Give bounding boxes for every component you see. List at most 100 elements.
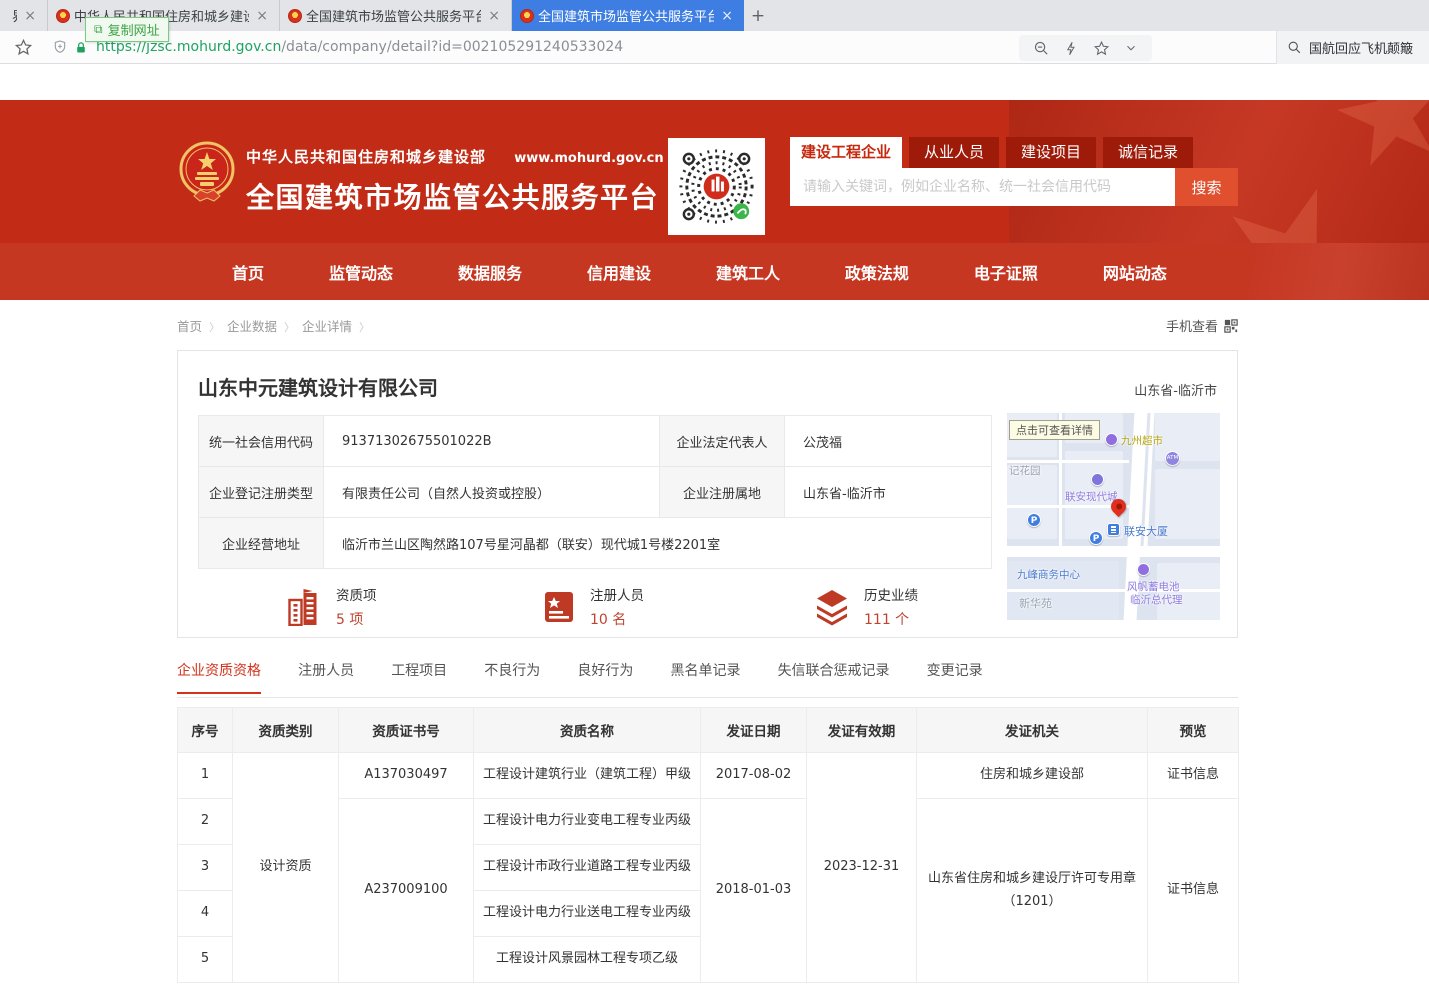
- stat-registered-staff: 注册人员 10 名: [541, 584, 813, 629]
- map-label: 九峰商务中心: [1017, 569, 1080, 582]
- stat-past-performance: 历史业绩 111 个: [813, 584, 918, 629]
- zoom-out-icon[interactable]: [1033, 40, 1050, 57]
- url-bar[interactable]: https://jzsc.mohurd.gov.cn/data/company/…: [96, 39, 623, 55]
- nav-item-policy[interactable]: 政策法规: [845, 260, 909, 284]
- nav-item-supervision[interactable]: 监管动态: [329, 260, 393, 284]
- mobile-view-label: 手机查看: [1166, 316, 1218, 335]
- close-icon[interactable]: ×: [718, 8, 736, 24]
- mobile-view-button[interactable]: 手机查看: [1166, 316, 1238, 335]
- search-tab-personnel[interactable]: 从业人员: [909, 137, 999, 168]
- table-header-row: 序号 资质类别 资质证书号 资质名称 发证日期 发证有效期 发证机关 预览: [178, 708, 1239, 753]
- company-card: 山东中元建筑设计有限公司 山东省-临沂市 统一社会信用代码 9137130267…: [177, 350, 1238, 638]
- stat-label: 注册人员: [590, 584, 644, 604]
- tab-change-records[interactable]: 变更记录: [927, 660, 983, 692]
- qr-code: [668, 138, 765, 235]
- search-tab-project[interactable]: 建设项目: [1006, 137, 1096, 168]
- certificate-info-link[interactable]: 证书信息: [1148, 799, 1239, 983]
- nav-item-site-news[interactable]: 网站动态: [1103, 260, 1167, 284]
- legal-rep-value: 公茂福: [785, 416, 992, 467]
- browser-tab-active[interactable]: 全国建筑市场监管公共服务平台 ×: [512, 0, 744, 31]
- map-poi-icon: [1137, 563, 1150, 576]
- map-label: 联安大厦: [1124, 525, 1168, 539]
- close-icon[interactable]: ×: [253, 8, 271, 24]
- breadcrumb: 首页 企业数据 企业详情: [177, 316, 377, 335]
- lightning-icon[interactable]: [1064, 40, 1079, 57]
- tab-dishonesty-records[interactable]: 失信联合惩戒记录: [778, 660, 890, 692]
- quick-search-text: 国航回应飞机颠簸: [1309, 38, 1413, 57]
- tab-bar: 界 × 中华人民共和国住房和城乡建设 × 全国建筑市场监管公共服务平台 × 全国…: [0, 0, 1429, 31]
- tab-good-behavior[interactable]: 良好行为: [577, 660, 633, 692]
- breadcrumb-company-data[interactable]: 企业数据: [227, 316, 302, 335]
- search-button[interactable]: 搜索: [1175, 168, 1238, 206]
- breadcrumb-home[interactable]: 首页: [177, 316, 227, 335]
- col-header: 资质证书号: [339, 708, 474, 753]
- valid-until-cell: 2023-12-31: [807, 753, 917, 983]
- tab-qualifications[interactable]: 企业资质资格: [177, 660, 261, 694]
- page-top-gap: [0, 64, 1429, 100]
- stat-value: 10 名: [590, 609, 644, 629]
- certificate-info-link[interactable]: 证书信息: [1148, 753, 1239, 799]
- quick-search-box[interactable]: 国航回应飞机颠簸: [1276, 31, 1429, 64]
- close-icon[interactable]: ×: [485, 8, 503, 24]
- map-thumbnail[interactable]: 九州超市 ATM 记花园 联安现代城 联安大厦 P P 九峰商务中心 风帆蓄电池…: [1007, 413, 1220, 620]
- url-path: /data/company/detail?id=0021052912405330…: [281, 39, 623, 55]
- map-label: 九州超市: [1121, 435, 1163, 448]
- col-header: 资质类别: [233, 708, 339, 753]
- reg-type-value: 有限责任公司（自然人投资或控股）: [324, 467, 660, 518]
- info-label: 企业经营地址: [199, 518, 324, 569]
- seq-cell: 4: [178, 891, 233, 937]
- gov-emblem-favicon: [288, 9, 302, 23]
- nav-item-data-service[interactable]: 数据服务: [458, 260, 522, 284]
- tab-blacklist[interactable]: 黑名单记录: [670, 660, 740, 692]
- site-header: 中华人民共和国住房和城乡建设部 www.mohurd.gov.cn 全国建筑市场…: [0, 100, 1429, 243]
- qr-mini-icon: [1224, 319, 1238, 333]
- tab-bad-behavior[interactable]: 不良行为: [484, 660, 540, 692]
- map-label: 记花园: [1009, 465, 1041, 478]
- stat-label: 资质项: [336, 584, 377, 604]
- authority-cell: 住房和城乡建设部: [917, 753, 1148, 799]
- search-tab-enterprise[interactable]: 建设工程企业: [790, 137, 902, 168]
- map-label: 临沂总代理: [1130, 594, 1183, 607]
- flag-star-decoration: [1327, 100, 1429, 180]
- gov-emblem-favicon: [56, 9, 70, 23]
- nav-item-home[interactable]: 首页: [232, 260, 264, 284]
- col-header: 发证有效期: [807, 708, 917, 753]
- browser-tab-2[interactable]: 全国建筑市场监管公共服务平台 ×: [280, 0, 512, 31]
- bookmark-star-icon[interactable]: [10, 38, 36, 57]
- favorite-star-icon[interactable]: [1093, 40, 1110, 57]
- address-value: 临沂市兰山区陶然路107号星河晶都（联安）现代城1号楼2201室: [324, 518, 992, 569]
- credit-code-value: 91371302675501022B: [324, 416, 660, 467]
- issue-date-cell: 2018-01-03: [701, 799, 807, 983]
- company-info-table: 统一社会信用代码 91371302675501022B 企业法定代表人 公茂福 …: [198, 415, 992, 569]
- new-tab-button[interactable]: +: [744, 0, 772, 31]
- main-nav: 首页 监管动态 数据服务 信用建设 建筑工人 政策法规 电子证照 网站动态: [0, 243, 1429, 300]
- building-icon: [286, 588, 323, 626]
- nav-item-e-license[interactable]: 电子证照: [974, 260, 1038, 284]
- shield-icon[interactable]: [52, 39, 68, 55]
- map-label: 新华苑: [1019, 597, 1052, 611]
- close-icon[interactable]: ×: [21, 8, 39, 24]
- qual-name-cell: 工程设计电力行业变电工程专业丙级: [474, 799, 701, 845]
- chevron-down-icon[interactable]: [1124, 41, 1138, 55]
- search-tab-credit[interactable]: 诚信记录: [1103, 137, 1193, 168]
- map-tooltip: 点击可查看详情: [1009, 420, 1100, 440]
- col-header: 发证日期: [701, 708, 807, 753]
- seq-cell: 3: [178, 845, 233, 891]
- search-input[interactable]: [790, 168, 1175, 206]
- toolbar-action-icons: [1019, 35, 1152, 61]
- nav-item-credit[interactable]: 信用建设: [587, 260, 651, 284]
- tab-title: 全国建筑市场监管公共服务平台: [306, 6, 481, 25]
- qual-name-cell: 工程设计市政行业道路工程专业丙级: [474, 845, 701, 891]
- tab-title: 全国建筑市场监管公共服务平台: [538, 6, 714, 25]
- seq-cell: 1: [178, 753, 233, 799]
- map-parking-icon: P: [1027, 513, 1041, 527]
- tab-registered-staff[interactable]: 注册人员: [298, 660, 354, 692]
- browser-tab-partial[interactable]: 界 ×: [0, 0, 48, 31]
- copy-icon: ⧉: [94, 22, 103, 37]
- tab-projects[interactable]: 工程项目: [391, 660, 447, 692]
- nav-item-workers[interactable]: 建筑工人: [716, 260, 780, 284]
- roster-icon: [541, 589, 577, 625]
- info-label: 统一社会信用代码: [199, 416, 324, 467]
- tab-title: 界: [12, 6, 17, 25]
- col-header: 资质名称: [474, 708, 701, 753]
